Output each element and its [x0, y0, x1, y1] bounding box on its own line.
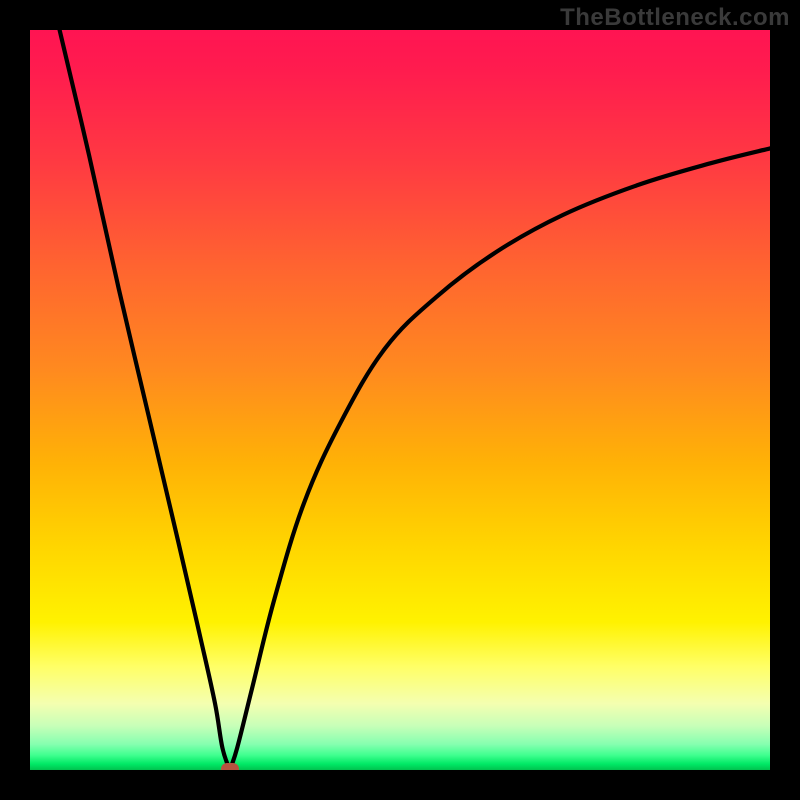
watermark-text: TheBottleneck.com	[560, 4, 790, 32]
chart-frame: TheBottleneck.com	[0, 0, 800, 800]
plot-area	[30, 30, 770, 770]
bottleneck-curve-left	[60, 30, 230, 770]
minimum-marker	[221, 763, 239, 770]
bottleneck-curve-right	[230, 148, 770, 770]
curve-layer	[30, 30, 770, 770]
